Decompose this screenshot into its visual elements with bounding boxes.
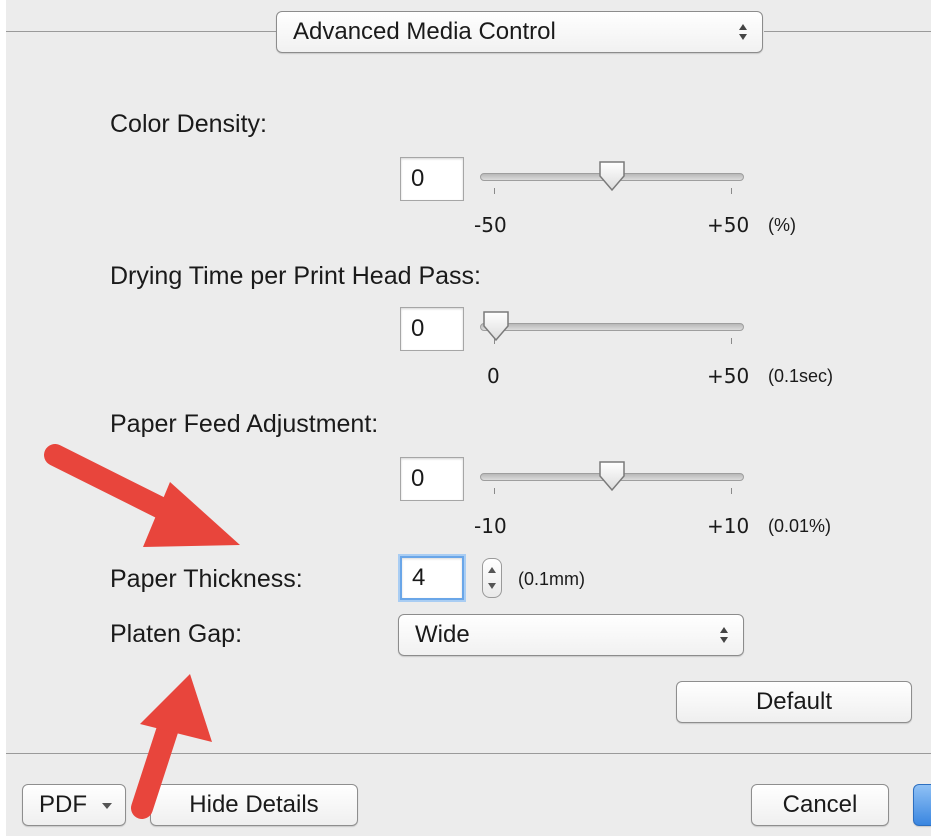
color-density-label: Color Density: [110, 110, 267, 138]
paper-thickness-unit: (0.1mm) [518, 569, 585, 589]
stepper-up-icon[interactable] [488, 567, 496, 573]
drying-time-min: 0 [487, 364, 500, 388]
paper-thickness-stepper[interactable] [482, 558, 502, 598]
header-separator-left [6, 31, 276, 32]
default-button-label: Default [755, 688, 833, 715]
paper-thickness-field[interactable]: 4 [400, 556, 464, 600]
pdf-button-label: PDF [39, 791, 87, 818]
paper-thickness-label: Paper Thickness: [110, 565, 303, 593]
hide-details-button[interactable]: Hide Details [150, 784, 358, 826]
slider-tick [494, 188, 495, 194]
paper-feed-label: Paper Feed Adjustment: [110, 410, 379, 438]
color-density-field[interactable]: 0 [400, 157, 464, 201]
paper-feed-max: +10 [707, 514, 750, 538]
platen-gap-select[interactable]: Wide [398, 614, 744, 656]
default-button[interactable]: Default [676, 681, 912, 723]
cancel-button-label: Cancel [782, 791, 858, 818]
stepper-down-icon[interactable] [488, 583, 496, 589]
color-density-min: -50 [474, 213, 507, 237]
paper-feed-unit: (0.01%) [768, 516, 832, 536]
dropdown-triangle-icon [102, 803, 112, 809]
header-separator-right [764, 31, 931, 32]
slider-tick [731, 488, 732, 494]
print-button-partial[interactable] [913, 784, 931, 826]
drying-time-field[interactable]: 0 [400, 307, 464, 351]
color-density-slider-knob[interactable] [597, 160, 627, 192]
drying-time-slider-track[interactable] [480, 323, 744, 331]
paper-feed-field[interactable]: 0 [400, 457, 464, 501]
cancel-button[interactable]: Cancel [751, 784, 889, 826]
hide-details-label: Hide Details [189, 791, 319, 818]
paper-feed-min: -10 [474, 514, 507, 538]
paper-feed-slider-knob[interactable] [597, 460, 627, 492]
pdf-menu-button[interactable]: PDF [22, 784, 126, 826]
platen-gap-label: Platen Gap: [110, 620, 243, 648]
drying-time-slider-knob[interactable] [481, 310, 511, 342]
footer-separator [6, 753, 931, 754]
color-density-max: +50 [707, 213, 750, 237]
drying-time-unit: (0.1sec) [768, 366, 834, 386]
panel-select-value: Advanced Media Control [293, 18, 556, 45]
updown-arrows-icon [720, 627, 728, 643]
slider-tick [731, 188, 732, 194]
drying-time-max: +50 [707, 364, 750, 388]
slider-tick [731, 338, 732, 344]
slider-tick [494, 488, 495, 494]
panel-select-popup[interactable]: Advanced Media Control [276, 11, 763, 53]
color-density-unit: (%) [768, 215, 796, 235]
platen-gap-value: Wide [415, 621, 470, 648]
drying-time-label: Drying Time per Print Head Pass: [110, 262, 481, 290]
updown-arrows-icon [739, 24, 747, 40]
